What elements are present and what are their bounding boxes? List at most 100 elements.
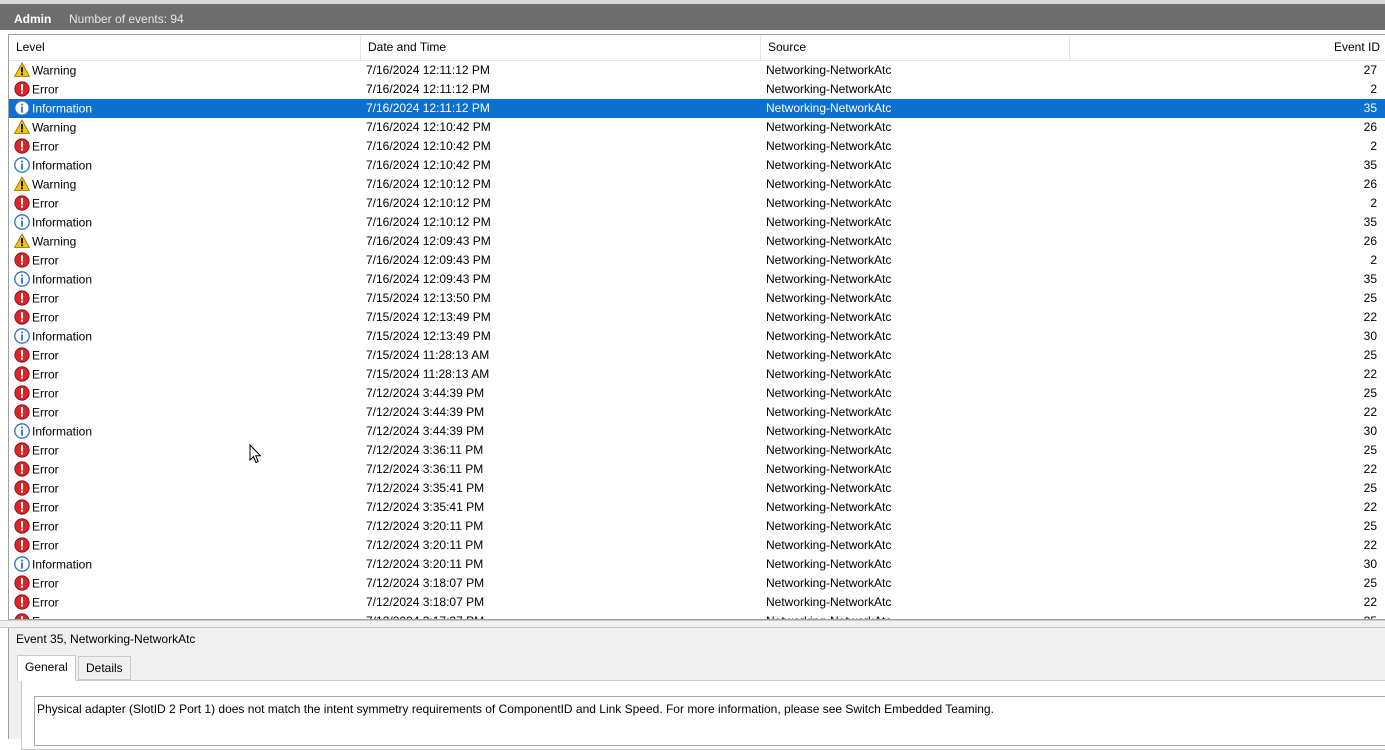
event-level-label: Error xyxy=(32,519,59,534)
event-level-label: Error xyxy=(32,82,59,97)
event-row[interactable]: Information 7/16/2024 12:10:12 PM Networki… xyxy=(9,213,1385,232)
event-row[interactable]: Error 7/12/2024 3:20:11 PM Networking-Netw… xyxy=(9,517,1385,536)
event-source: Networking-NetworkAtc xyxy=(766,310,892,324)
error-icon xyxy=(14,537,30,553)
event-row[interactable]: Error 7/15/2024 11:28:13 AM Networking-Net… xyxy=(9,346,1385,365)
event-row[interactable]: Information 7/16/2024 12:09:43 PM Networki… xyxy=(9,270,1385,289)
event-row[interactable]: Error 7/12/2024 3:35:41 PM Networking-Netw… xyxy=(9,479,1385,498)
event-level-label: Error xyxy=(32,462,59,477)
pane-splitter[interactable] xyxy=(0,620,1385,628)
event-level: Information xyxy=(14,327,354,346)
column-header-level[interactable]: Level xyxy=(9,35,361,60)
event-row[interactable]: Warning 7/16/2024 12:10:42 PM Networking-N… xyxy=(9,118,1385,137)
event-date: 7/16/2024 12:10:12 PM xyxy=(366,215,491,229)
event-level-label: Error xyxy=(32,538,59,553)
grid-rows: Warning 7/16/2024 12:11:12 PM Networking-N… xyxy=(9,61,1385,619)
event-row[interactable]: Error 7/16/2024 12:09:43 PM Networking-Net… xyxy=(9,251,1385,270)
event-id: 22 xyxy=(1363,405,1377,419)
event-row[interactable]: Error 7/16/2024 12:10:12 PM Networking-Net… xyxy=(9,194,1385,213)
event-row[interactable]: Error 7/15/2024 12:13:50 PM Networking-Net… xyxy=(9,289,1385,308)
event-row[interactable]: Error 7/15/2024 12:13:49 PM Networking-Net… xyxy=(9,308,1385,327)
event-source: Networking-NetworkAtc xyxy=(766,348,892,362)
event-row[interactable]: Information 7/12/2024 3:20:11 PM Networkin… xyxy=(9,555,1385,574)
event-source: Networking-NetworkAtc xyxy=(766,177,892,191)
event-date: 7/16/2024 12:09:43 PM xyxy=(366,234,491,248)
event-id: 22 xyxy=(1363,595,1377,609)
error-icon xyxy=(14,404,30,420)
event-date: 7/15/2024 11:28:13 AM xyxy=(366,348,490,362)
event-date: 7/15/2024 12:13:50 PM xyxy=(366,291,491,305)
event-level: Error xyxy=(14,384,354,403)
event-row[interactable]: Error 7/12/2024 3:17:37 PM Networking-Netw… xyxy=(9,612,1385,619)
column-header-date[interactable]: Date and Time xyxy=(361,35,761,60)
event-row[interactable]: Error 7/12/2024 3:35:41 PM Networking-Netw… xyxy=(9,498,1385,517)
event-level: Information xyxy=(14,99,354,118)
event-row[interactable]: Error 7/15/2024 11:28:13 AM Networking-Net… xyxy=(9,365,1385,384)
event-row[interactable]: Error 7/16/2024 12:11:12 PM Networking-Net… xyxy=(9,80,1385,99)
event-row[interactable]: Warning 7/16/2024 12:11:12 PM Networking-N… xyxy=(9,61,1385,80)
event-date: 7/16/2024 12:11:12 PM xyxy=(366,82,490,96)
event-row[interactable]: Warning 7/16/2024 12:10:12 PM Networking-N… xyxy=(9,175,1385,194)
event-id: 2 xyxy=(1370,196,1377,210)
event-id: 27 xyxy=(1363,63,1377,77)
event-date: 7/12/2024 3:36:11 PM xyxy=(366,443,484,457)
information-icon xyxy=(14,328,30,344)
event-level: Warning xyxy=(14,61,354,80)
event-date: 7/12/2024 3:44:39 PM xyxy=(366,405,485,419)
event-level: Information xyxy=(14,422,354,441)
events-grid[interactable]: Level Date and Time Source Event ID Warn… xyxy=(8,34,1385,620)
event-source: Networking-NetworkAtc xyxy=(766,500,892,514)
event-date: 7/15/2024 12:13:49 PM xyxy=(366,310,491,324)
event-row[interactable]: Error 7/12/2024 3:44:39 PM Networking-Netw… xyxy=(9,403,1385,422)
event-source: Networking-NetworkAtc xyxy=(766,576,892,590)
log-name: Admin xyxy=(14,12,52,26)
event-level: Error xyxy=(14,517,354,536)
event-level-label: Error xyxy=(32,443,59,458)
event-row[interactable]: Error 7/12/2024 3:18:07 PM Networking-Netw… xyxy=(9,593,1385,612)
warning-icon xyxy=(14,119,30,135)
event-row[interactable]: Error 7/12/2024 3:36:11 PM Networking-Netw… xyxy=(9,441,1385,460)
event-source: Networking-NetworkAtc xyxy=(766,196,892,210)
tab-details[interactable]: Details xyxy=(78,656,131,680)
event-row[interactable]: Information 7/16/2024 12:11:12 PM Networki… xyxy=(9,99,1385,118)
event-row[interactable]: Error 7/12/2024 3:44:39 PM Networking-Netw… xyxy=(9,384,1385,403)
information-icon xyxy=(14,423,30,439)
event-source: Networking-NetworkAtc xyxy=(766,557,892,571)
event-id: 25 xyxy=(1363,348,1377,362)
error-icon xyxy=(14,461,30,477)
event-row[interactable]: Information 7/12/2024 3:44:39 PM Networkin… xyxy=(9,422,1385,441)
error-icon xyxy=(14,480,30,496)
column-header-event-id[interactable]: Event ID xyxy=(1070,35,1385,60)
event-level: Information xyxy=(14,156,354,175)
event-row[interactable]: Information 7/15/2024 12:13:49 PM Networki… xyxy=(9,327,1385,346)
event-id: 30 xyxy=(1363,329,1377,343)
event-source: Networking-NetworkAtc xyxy=(766,101,892,115)
event-date: 7/16/2024 12:10:42 PM xyxy=(366,158,491,172)
event-date: 7/16/2024 12:10:42 PM xyxy=(366,139,491,153)
event-source: Networking-NetworkAtc xyxy=(766,158,892,172)
event-id: 22 xyxy=(1363,462,1377,476)
event-date: 7/12/2024 3:20:11 PM xyxy=(366,538,484,552)
tab-general[interactable]: General xyxy=(17,655,76,681)
event-row[interactable]: Warning 7/16/2024 12:09:43 PM Networking-N… xyxy=(9,232,1385,251)
event-source: Networking-NetworkAtc xyxy=(766,329,892,343)
event-id: 25 xyxy=(1363,481,1377,495)
event-level-label: Error xyxy=(32,291,59,306)
information-icon xyxy=(14,100,30,116)
event-row[interactable]: Error 7/16/2024 12:10:42 PM Networking-Net… xyxy=(9,137,1385,156)
event-row[interactable]: Error 7/12/2024 3:18:07 PM Networking-Netw… xyxy=(9,574,1385,593)
event-source: Networking-NetworkAtc xyxy=(766,291,892,305)
error-icon xyxy=(14,518,30,534)
event-row[interactable]: Error 7/12/2024 3:36:11 PM Networking-Netw… xyxy=(9,460,1385,479)
column-header-source[interactable]: Source xyxy=(761,35,1070,60)
event-source: Networking-NetworkAtc xyxy=(766,215,892,229)
event-id: 30 xyxy=(1363,424,1377,438)
error-icon xyxy=(14,613,30,619)
event-source: Networking-NetworkAtc xyxy=(766,63,892,77)
event-level: Warning xyxy=(14,232,354,251)
event-row[interactable]: Information 7/16/2024 12:10:42 PM Networki… xyxy=(9,156,1385,175)
event-row[interactable]: Error 7/12/2024 3:20:11 PM Networking-Netw… xyxy=(9,536,1385,555)
event-id: 22 xyxy=(1363,500,1377,514)
event-id: 35 xyxy=(1363,272,1377,286)
event-source: Networking-NetworkAtc xyxy=(766,139,892,153)
